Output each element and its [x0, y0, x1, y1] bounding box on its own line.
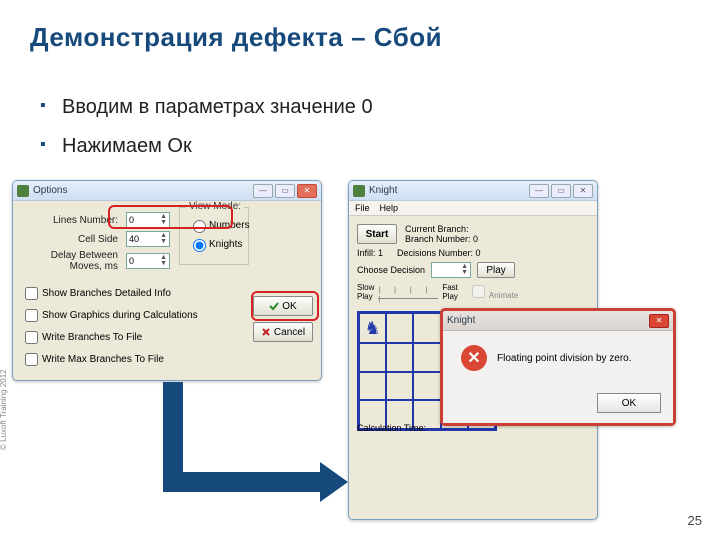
- x-icon: [261, 327, 271, 337]
- chk-graphics[interactable]: [25, 309, 38, 322]
- chk-detailed[interactable]: [25, 287, 38, 300]
- minimize-button[interactable]: —: [253, 184, 273, 198]
- choose-decision-input[interactable]: ▲▼: [431, 262, 471, 278]
- delay-label: Delay Between Moves, ms: [21, 250, 126, 272]
- radio-knights-label: Knights: [209, 239, 242, 250]
- titlebar[interactable]: Knight — ▭ ✕: [349, 181, 597, 201]
- animate-checkbox[interactable]: [472, 285, 485, 298]
- chk-detailed-label: Show Branches Detailed Info: [42, 288, 171, 299]
- slide-title: Демонстрация дефекта – Сбой: [30, 22, 442, 53]
- animate-label: Animate: [489, 291, 518, 300]
- check-icon: [269, 301, 279, 311]
- play-button[interactable]: Play: [477, 262, 515, 278]
- page-number: 25: [688, 513, 702, 528]
- knight-piece-icon: ♞: [359, 313, 386, 343]
- chk-graphics-label: Show Graphics during Calculations: [42, 310, 198, 321]
- copyright: © Luxoft Training 2012: [0, 369, 8, 450]
- error-ok-button[interactable]: OK: [597, 393, 661, 413]
- close-button[interactable]: ✕: [573, 184, 593, 198]
- chk-branches[interactable]: [25, 331, 38, 344]
- slow-play-label: Slow Play: [357, 283, 374, 301]
- view-mode-group: View Mode: Numbers Knights: [179, 207, 249, 265]
- speed-slider[interactable]: | | | | |: [378, 285, 438, 299]
- error-dialog: Knight ✕ ✕ Floating point division by ze…: [440, 308, 676, 426]
- calc-time-label: Calculation Time:: [357, 423, 426, 433]
- error-message: Floating point division by zero.: [497, 353, 632, 364]
- dialog-title: Options: [33, 185, 251, 196]
- arrow-connector: [163, 472, 323, 492]
- chk-max-branches[interactable]: [25, 353, 38, 366]
- lines-number-input[interactable]: 0▲▼: [126, 212, 170, 228]
- minimize-button[interactable]: —: [529, 184, 549, 198]
- lines-number-label: Lines Number:: [21, 215, 126, 226]
- error-icon: ✕: [461, 345, 487, 371]
- delay-input[interactable]: 0▲▼: [126, 253, 170, 269]
- branch-number-label: Branch Number: 0: [405, 234, 478, 244]
- titlebar[interactable]: Knight ✕: [443, 311, 673, 331]
- radio-numbers-label: Numbers: [209, 220, 250, 231]
- error-title: Knight: [447, 315, 647, 326]
- cell-side-input[interactable]: 40▲▼: [126, 231, 170, 247]
- app-icon: [353, 185, 365, 197]
- start-button[interactable]: Start: [357, 224, 397, 244]
- bullet-2: Нажимаем Ок: [40, 135, 373, 158]
- decisions-label: Decisions Number: 0: [397, 248, 481, 258]
- fast-play-label: Fast Play: [442, 283, 458, 301]
- current-branch-label: Current Branch:: [405, 224, 478, 234]
- view-mode-legend: View Mode:: [186, 201, 244, 212]
- options-dialog: Options — ▭ ✕ Lines Number: 0▲▼ Cell Sid…: [12, 180, 322, 381]
- choose-decision-label: Choose Decision: [357, 265, 425, 275]
- menu-file[interactable]: File: [355, 203, 370, 213]
- radio-knights[interactable]: [193, 239, 206, 252]
- maximize-button[interactable]: ▭: [275, 184, 295, 198]
- close-button[interactable]: ✕: [649, 314, 669, 328]
- chk-branches-label: Write Branches To File: [42, 332, 142, 343]
- close-button[interactable]: ✕: [297, 184, 317, 198]
- menu-help[interactable]: Help: [380, 203, 399, 213]
- titlebar[interactable]: Options — ▭ ✕: [13, 181, 321, 201]
- window-title: Knight: [369, 185, 527, 196]
- chk-max-branches-label: Write Max Branches To File: [42, 354, 164, 365]
- radio-numbers[interactable]: [193, 220, 206, 233]
- cell-side-label: Cell Side: [21, 234, 126, 245]
- bullet-1: Вводим в параметрах значение 0: [40, 96, 373, 119]
- ok-button[interactable]: OK: [253, 296, 313, 316]
- maximize-button[interactable]: ▭: [551, 184, 571, 198]
- infill-label: Infill: 1: [357, 248, 383, 258]
- cancel-button[interactable]: Cancel: [253, 322, 313, 342]
- app-icon: [17, 185, 29, 197]
- arrow-head-icon: [320, 462, 348, 502]
